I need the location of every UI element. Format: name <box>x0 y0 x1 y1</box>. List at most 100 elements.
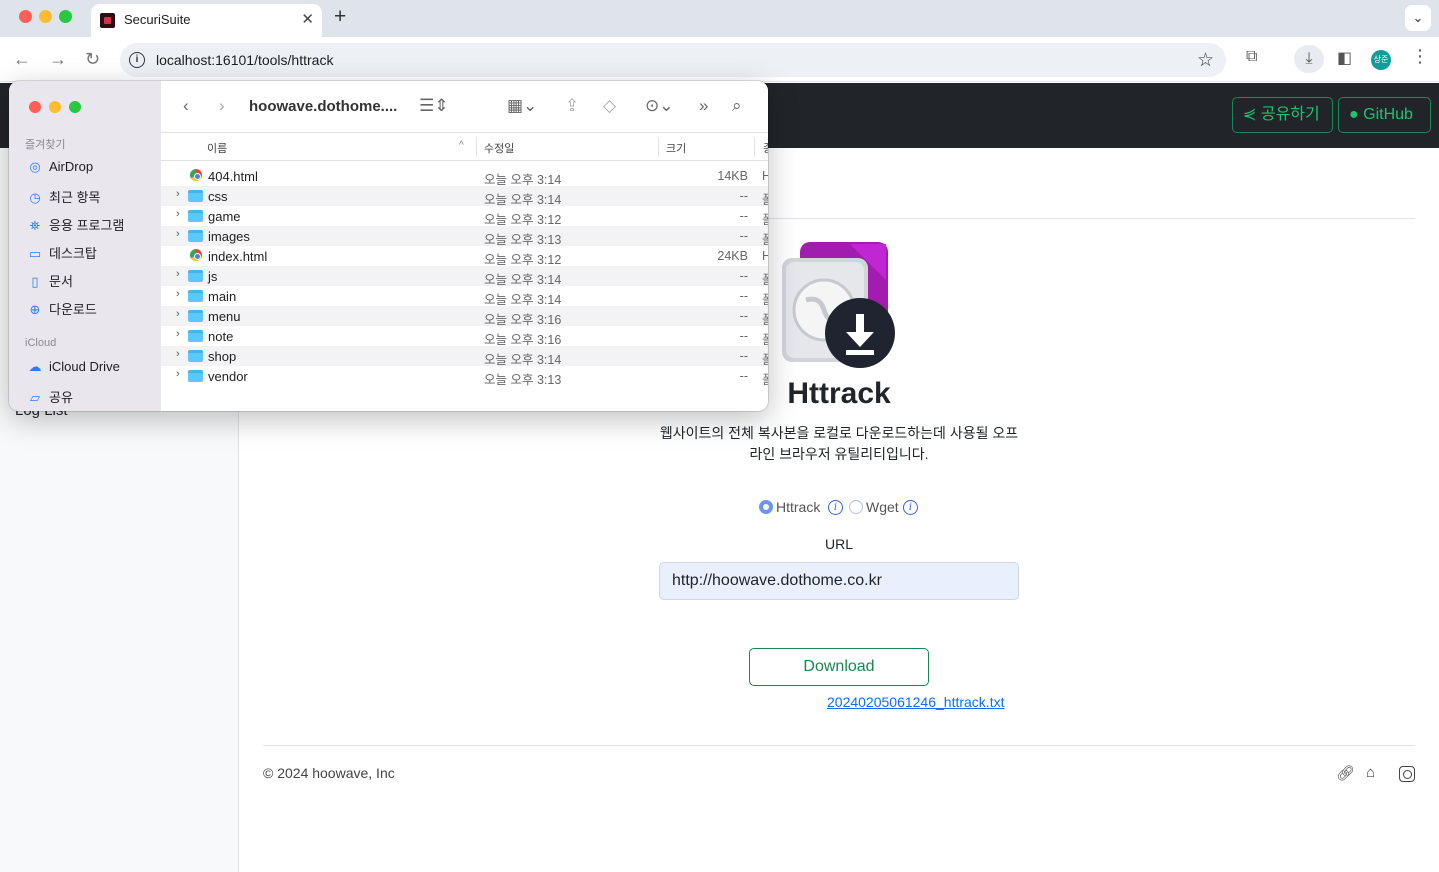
list-view-icon[interactable]: ☰⇕ <box>419 96 448 116</box>
disclosure-chevron-icon[interactable]: › <box>176 368 180 380</box>
sidebar-item-documents[interactable]: ▯ 문서 <box>27 271 73 290</box>
sidebar-item-recents[interactable]: ◷ 최근 항목 <box>27 187 100 206</box>
httrack-radio-label[interactable]: Httrack <box>776 499 820 515</box>
sidebar-item-label: AirDrop <box>49 159 94 174</box>
forward-button[interactable]: → <box>49 49 67 70</box>
wget-info-icon[interactable]: i <box>903 500 918 515</box>
httrack-logo-icon <box>782 242 895 368</box>
group-view-icon[interactable]: ▦⌄ <box>507 96 537 116</box>
file-row[interactable]: 404.html 오늘 오후 3:14 14KB H <box>161 166 768 187</box>
window-minimize-button[interactable] <box>39 10 52 23</box>
home-icon[interactable]: ⌂ <box>1366 764 1375 781</box>
disclosure-chevron-icon[interactable]: › <box>176 228 180 240</box>
file-list-header: 이름 ^ 수정일 크기 종 <box>161 133 768 161</box>
file-row[interactable]: › js 오늘 오후 3:14 -- 폴 <box>161 266 768 287</box>
column-header-date[interactable]: 수정일 <box>484 140 514 156</box>
file-size: -- <box>739 309 748 323</box>
file-row[interactable]: › main 오늘 오후 3:14 -- 폴 <box>161 286 768 307</box>
back-button[interactable]: ← <box>13 49 31 70</box>
finder-forward-icon[interactable]: › <box>219 96 225 116</box>
tool-description: 웹사이트의 전체 복사본을 로컬로 다운로드하는데 사용될 오프라인 브라우저 … <box>659 425 1019 462</box>
sidebar-item-label: 문서 <box>49 274 73 289</box>
folder-icon <box>188 190 203 202</box>
sidebar-item-icloud-drive[interactable]: ☁ iCloud Drive <box>27 359 120 375</box>
disclosure-chevron-icon[interactable]: › <box>176 348 180 360</box>
github-button[interactable]: ● GitHub <box>1338 97 1431 133</box>
address-bar-url[interactable]: localhost:16101/tools/httrack <box>156 52 333 68</box>
file-row[interactable]: › note 오늘 오후 3:16 -- 폴 <box>161 326 768 347</box>
share-button[interactable]: ⋞ 공유하기 <box>1232 97 1333 133</box>
reload-button[interactable]: ↻ <box>85 49 100 70</box>
icloud-section-label: iCloud <box>25 337 57 349</box>
finder-minimize-button[interactable] <box>49 101 61 113</box>
shared-folder-icon: ▱ <box>30 390 40 405</box>
file-size: -- <box>739 269 748 283</box>
disclosure-chevron-icon[interactable]: › <box>176 208 180 220</box>
profile-avatar[interactable]: 상준 <box>1371 50 1391 70</box>
toolbar-overflow-icon[interactable]: » <box>699 96 708 116</box>
finder-close-button[interactable] <box>29 101 41 113</box>
link-icon[interactable]: 🔗︎ <box>1336 764 1355 782</box>
disclosure-chevron-icon[interactable]: › <box>176 328 180 340</box>
address-bar[interactable]: i localhost:16101/tools/httrack ☆ <box>120 43 1226 77</box>
downloads-icon[interactable]: ⤓ <box>1294 45 1324 73</box>
wget-radio-label[interactable]: Wget <box>866 499 899 515</box>
column-divider[interactable] <box>658 137 659 157</box>
file-size: -- <box>739 329 748 343</box>
sidebar-item-label: 다운로드 <box>49 302 97 317</box>
disclosure-chevron-icon[interactable]: › <box>176 268 180 280</box>
download-button[interactable]: Download <box>749 648 929 686</box>
browser-menu-icon[interactable]: ⋮ <box>1411 46 1429 67</box>
url-label: URL <box>824 536 853 552</box>
log-file-link[interactable]: 20240205061246_httrack.txt <box>827 694 1004 710</box>
disclosure-chevron-icon[interactable]: › <box>176 188 180 200</box>
file-row[interactable]: › images 오늘 오후 3:13 -- 폴 <box>161 226 768 247</box>
url-input[interactable] <box>659 562 1019 600</box>
column-header-name[interactable]: 이름 <box>207 140 227 156</box>
column-divider[interactable] <box>476 137 477 157</box>
sidebar-item-downloads[interactable]: ⊕ 다운로드 <box>27 299 97 318</box>
file-row[interactable]: › css 오늘 오후 3:14 -- 폴 <box>161 186 768 207</box>
clock-icon: ◷ <box>29 190 41 205</box>
wget-radio[interactable] <box>849 500 863 514</box>
share-icon[interactable]: ⇪ <box>565 96 579 116</box>
file-list: 404.html 오늘 오후 3:14 14KB H › css 오늘 오후 3:14 -- 폴… <box>161 166 768 387</box>
chrome-html-file-icon <box>190 169 202 181</box>
bookmark-star-icon[interactable]: ☆ <box>1197 49 1214 72</box>
sidebar-item-desktop[interactable]: ▭ 데스크탑 <box>27 243 97 262</box>
finder-back-icon[interactable]: ‹ <box>183 96 189 116</box>
file-row[interactable]: › menu 오늘 오후 3:16 -- 폴 <box>161 306 768 327</box>
window-maximize-button[interactable] <box>59 10 72 23</box>
file-row[interactable]: › vendor 오늘 오후 3:13 -- 폴 <box>161 366 768 387</box>
window-close-button[interactable] <box>19 10 32 23</box>
file-row[interactable]: › game 오늘 오후 3:12 -- 폴 <box>161 206 768 227</box>
instagram-icon[interactable] <box>1399 766 1415 782</box>
finder-search-icon[interactable]: ⌕ <box>732 96 742 116</box>
share-icon: ⋞ <box>1243 106 1257 123</box>
extensions-icon[interactable]: ⧉ <box>1246 48 1257 66</box>
column-header-kind[interactable]: 종 <box>763 140 768 156</box>
sidebar-item-shared[interactable]: ▱ 공유 <box>27 387 73 406</box>
file-name: game <box>208 209 241 224</box>
tab-search-button[interactable]: ⌄ <box>1405 5 1431 31</box>
browser-tab[interactable]: SecuriSuite ✕ <box>91 4 322 37</box>
file-row[interactable]: › shop 오늘 오후 3:14 -- 폴 <box>161 346 768 367</box>
sidebar-item-applications[interactable]: ⛯ 응용 프로그램 <box>27 215 125 234</box>
site-info-icon[interactable]: i <box>129 52 145 68</box>
httrack-info-icon[interactable]: i <box>828 500 843 515</box>
tab-close-icon[interactable]: ✕ <box>301 10 314 28</box>
file-size: -- <box>739 209 748 223</box>
disclosure-chevron-icon[interactable]: › <box>176 288 180 300</box>
more-actions-icon[interactable]: ⊙⌄ <box>645 96 674 116</box>
file-row[interactable]: index.html 오늘 오후 3:12 24KB H <box>161 246 768 267</box>
share-button-label: 공유하기 <box>1260 106 1320 123</box>
tag-icon[interactable]: ◇ <box>603 96 616 116</box>
column-divider[interactable] <box>754 137 755 157</box>
new-tab-button[interactable]: + <box>334 5 346 29</box>
column-header-size[interactable]: 크기 <box>666 140 686 156</box>
disclosure-chevron-icon[interactable]: › <box>176 308 180 320</box>
side-panel-icon[interactable]: ◧ <box>1337 48 1352 68</box>
httrack-radio[interactable] <box>759 500 773 514</box>
finder-zoom-button[interactable] <box>69 101 81 113</box>
sidebar-item-airdrop[interactable]: ◎ AirDrop <box>27 159 93 175</box>
